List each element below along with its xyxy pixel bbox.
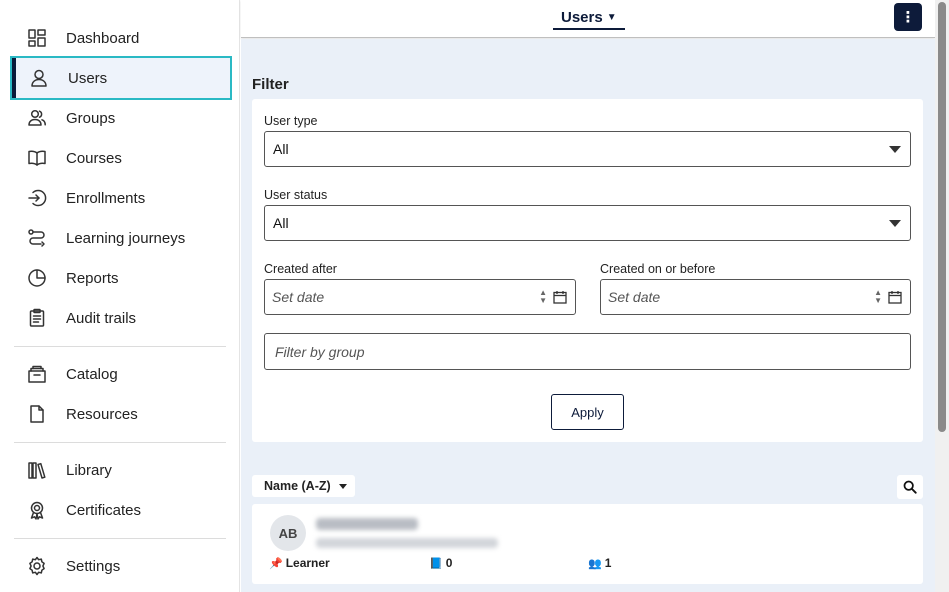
sidebar-item-label: Enrollments [66,189,146,207]
created-after-date-input[interactable]: Set date ▲ ▼ [264,279,576,315]
book-icon [26,147,48,169]
pie-chart-icon [26,267,48,289]
sidebar-item-reports[interactable]: Reports [10,256,232,300]
more-options-button[interactable]: ⋮ [894,3,922,31]
group-filter-placeholder: Filter by group [275,343,365,360]
dropdown-arrow-icon [889,146,901,153]
sidebar-item-label: Catalog [66,365,118,383]
sidebar-item-resources[interactable]: Resources [10,392,232,436]
groups-icon [26,107,48,129]
filter-panel: User type All User status All Created af… [252,99,923,442]
dashboard-icon [26,27,48,49]
sidebar-item-courses[interactable]: Courses [10,136,232,180]
sidebar-divider [14,538,226,539]
user-type-label: User type [264,114,318,128]
user-name-redacted [316,518,418,530]
sidebar-item-catalog[interactable]: Catalog [10,352,232,396]
sort-dropdown[interactable]: Name (A-Z) [252,475,355,497]
kebab-icon: ⋮ [900,9,916,26]
sidebar-item-groups[interactable]: Groups [10,96,232,140]
created-before-date-input[interactable]: Set date ▲ ▼ [600,279,911,315]
spinner-icon[interactable]: ▲ ▼ [874,289,882,305]
avatar: AB [270,515,306,551]
sidebar-item-settings[interactable]: Settings [10,544,232,588]
pin-icon: 📌 [269,557,283,570]
caret-down-icon: ▼ [606,11,617,23]
sidebar-item-label: Library [66,461,112,479]
calendar-icon[interactable] [888,290,902,304]
catalog-icon [26,363,48,385]
search-icon [903,480,917,494]
sidebar-item-library[interactable]: Library [10,448,232,492]
sidebar-item-dashboard[interactable]: Dashboard [10,16,232,60]
sidebar-item-label: Audit trails [66,309,137,327]
main-content: Filter User type All User status All Cre… [241,39,935,592]
user-groups-count: 👥 1 [588,556,611,570]
groups-icon: 👥 [588,557,602,570]
created-before-label: Created on or before [600,262,716,276]
sidebar: Dashboard Users Groups Courses Enrollmen… [0,0,240,592]
calendar-icon[interactable] [553,290,567,304]
page-title: Users [561,8,603,26]
library-icon [26,459,48,481]
sidebar-item-label: Courses [66,149,122,167]
courses-count-value: 0 [445,556,453,570]
user-courses-count: 📘 0 [429,556,452,570]
user-icon [28,67,50,89]
sidebar-item-label: Groups [66,109,116,127]
sidebar-item-label: Dashboard [66,29,140,47]
certificate-icon [26,499,48,521]
group-filter-input[interactable]: Filter by group [264,333,911,370]
sidebar-item-audit-trails[interactable]: Audit trails [10,296,232,340]
sort-label: Name (A-Z) [264,479,331,493]
file-icon [26,403,48,425]
filter-title: Filter [252,76,289,93]
caret-down-icon [338,483,347,489]
created-after-placeholder: Set date [272,289,325,305]
user-list-item[interactable]: AB 📌 Learner 📘 0 👥 1 [252,504,923,584]
user-status-select[interactable]: All [264,205,911,241]
sidebar-divider [14,346,226,347]
top-bar: Users ▼ ⋮ [241,0,935,38]
user-status-label: User status [264,188,328,202]
user-status-value: All [273,215,289,231]
user-type-value: All [273,141,289,157]
user-type-select[interactable]: All [264,131,911,167]
sidebar-item-enrollments[interactable]: Enrollments [10,176,232,220]
gear-icon [26,555,48,577]
clipboard-icon [26,307,48,329]
search-button[interactable] [897,475,923,499]
sidebar-divider [14,442,226,443]
page-switch-dropdown[interactable]: Users ▼ [553,6,625,30]
spinner-icon[interactable]: ▲ ▼ [539,289,547,305]
dropdown-arrow-icon [889,220,901,227]
page-scrollbar[interactable] [935,0,949,592]
sidebar-item-learning-journeys[interactable]: Learning journeys [10,216,232,260]
sidebar-item-label: Users [68,69,108,87]
sidebar-item-label: Settings [66,557,121,575]
created-before-placeholder: Set date [608,289,661,305]
enroll-icon [26,187,48,209]
sidebar-item-label: Learning journeys [66,229,186,247]
created-after-label: Created after [264,262,337,276]
sidebar-item-label: Certificates [66,501,142,519]
user-email-redacted [316,538,498,548]
sidebar-item-label: Reports [66,269,119,287]
sidebar-item-certificates[interactable]: Certificates [10,488,232,532]
sidebar-item-label: Resources [66,405,138,423]
book-icon: 📘 [429,557,443,570]
scrollbar-thumb[interactable] [938,2,946,432]
apply-button[interactable]: Apply [551,394,624,430]
journey-icon [26,227,48,249]
user-role-label: Learner [285,556,330,570]
groups-count-value: 1 [604,556,612,570]
user-role: 📌 Learner [269,556,330,570]
sidebar-item-users[interactable]: Users [10,56,232,100]
